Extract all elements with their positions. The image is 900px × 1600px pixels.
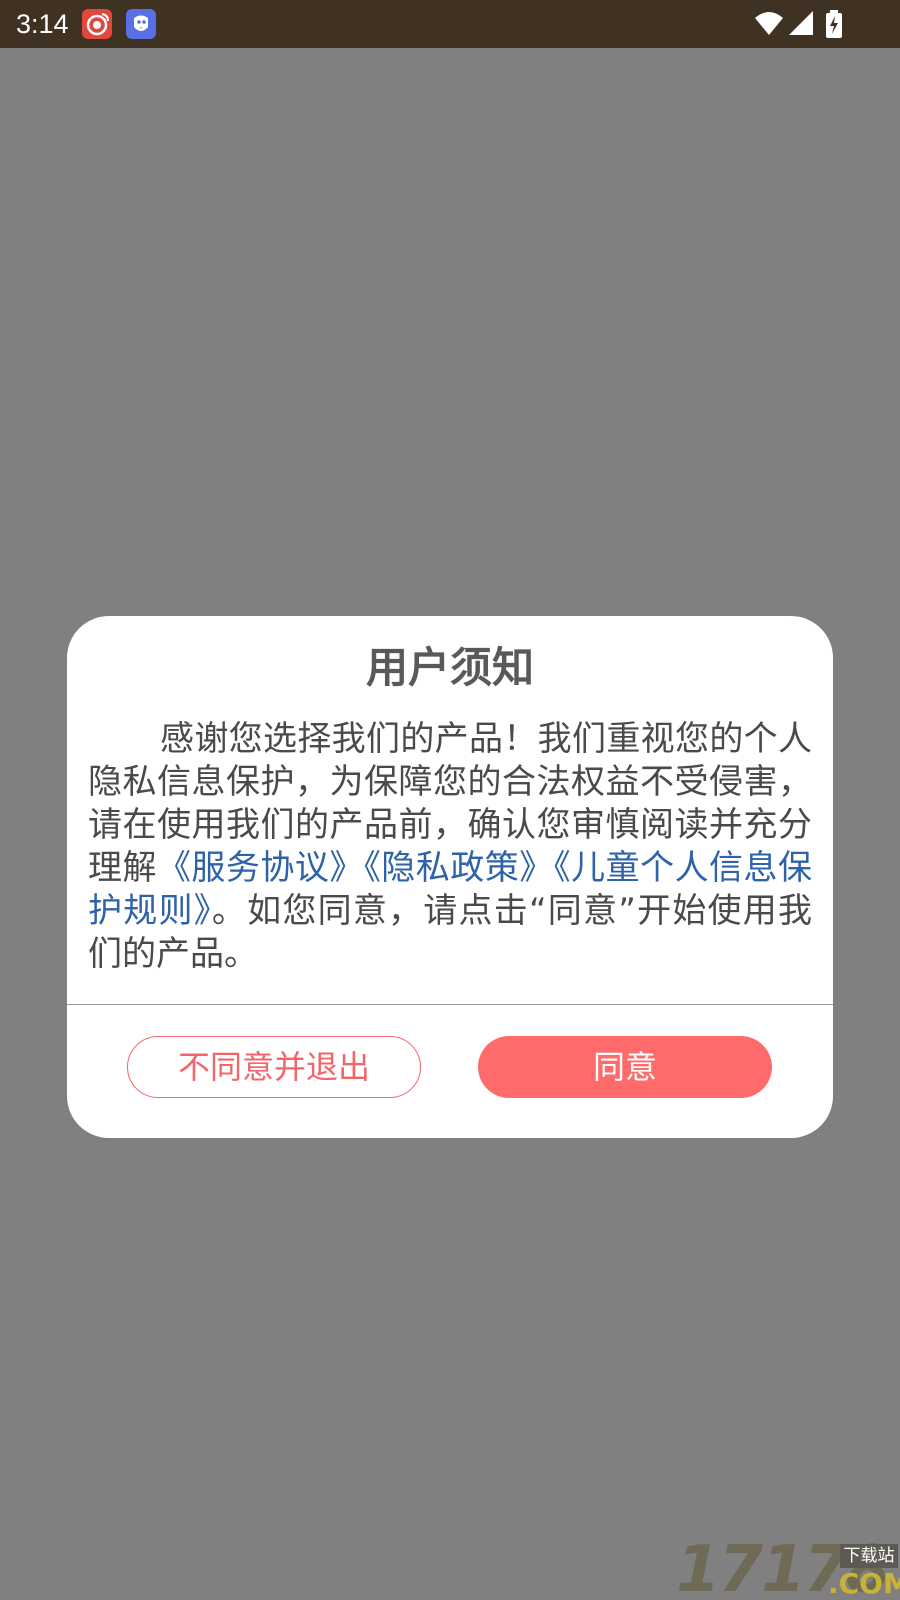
user-notice-dialog: 用户须知 感谢您选择我们的产品！我们重视您的个人隐私信息保护，为保障您的合法权益… <box>67 616 833 1138</box>
watermark-suffix: .COM <box>828 1567 900 1600</box>
agree-button[interactable]: 同意 <box>478 1036 772 1098</box>
privacy-policy-link[interactable]: 《隐私政策》 <box>364 848 554 888</box>
weibo-app-icon <box>82 9 112 39</box>
battery-charging-icon <box>825 10 843 42</box>
status-bar: 3:14 <box>0 0 900 48</box>
service-agreement-link[interactable]: 《服务协议》 <box>157 848 364 888</box>
dialog-title: 用户须知 <box>365 643 534 692</box>
cellular-signal-icon <box>788 10 814 40</box>
wifi-icon <box>754 10 784 40</box>
bird-app-icon <box>126 9 156 39</box>
dialog-body: 感谢您选择我们的产品！我们重视您的个人隐私信息保护，为保障您的合法权益不受侵害，… <box>88 718 812 976</box>
status-time: 3:14 <box>16 9 69 39</box>
watermark-tag: 下载站 <box>840 1544 898 1568</box>
dialog-divider <box>67 1004 833 1005</box>
site-watermark: 17178 下载站 .COM <box>676 1538 900 1600</box>
decline-exit-button[interactable]: 不同意并退出 <box>127 1036 421 1098</box>
